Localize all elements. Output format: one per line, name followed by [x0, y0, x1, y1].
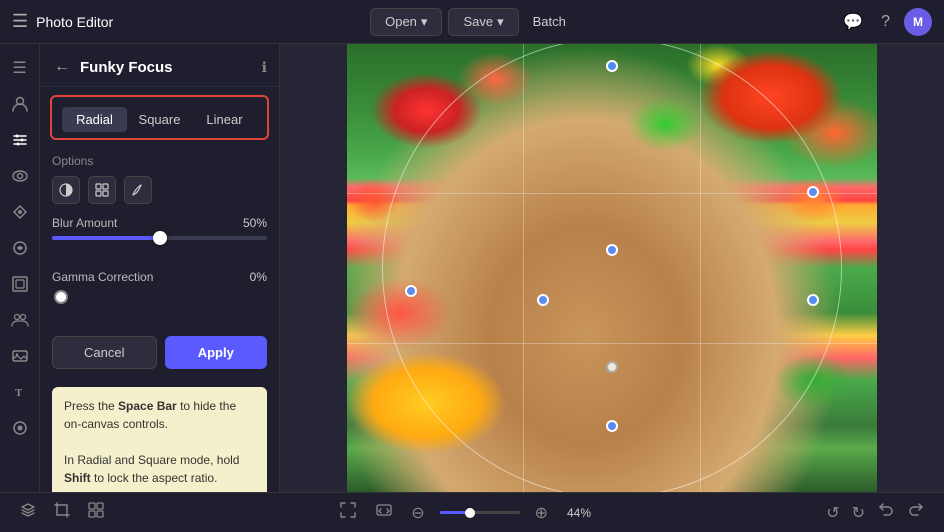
ctrl-point-mid-right[interactable] [807, 294, 819, 306]
rotate-cw-icon[interactable]: ↻ [849, 500, 868, 526]
cancel-button[interactable]: Cancel [52, 336, 157, 369]
save-chevron-icon: ▾ [497, 14, 504, 30]
topbar-left: ☰ Photo Editor [12, 11, 242, 32]
blur-amount-slider[interactable] [52, 236, 267, 240]
sidebar-item-view[interactable] [4, 160, 36, 192]
feather-option-button[interactable] [124, 176, 152, 204]
tooltip-line1: Press the Space Bar to hide the on-canva… [64, 399, 236, 431]
effects-panel: ← Funky Focus ℹ Radial Square Linear Opt… [40, 44, 280, 492]
ctrl-point-left[interactable] [405, 285, 417, 297]
ctrl-point-bottom[interactable] [606, 420, 618, 432]
app-title: Photo Editor [36, 14, 113, 30]
bottom-bar: ⊖ ⊕ 44% ↺ ↻ [0, 492, 944, 532]
topbar-center: Open ▾ Save ▾ Batch [242, 8, 702, 36]
sidebar-item-people[interactable] [4, 304, 36, 336]
canvas-area [280, 44, 944, 492]
zoom-slider[interactable] [440, 511, 520, 514]
redo-icon[interactable] [904, 498, 928, 527]
info-button[interactable]: ℹ [262, 59, 267, 76]
gamma-label: Gamma Correction [52, 270, 153, 284]
contrast-option-button[interactable] [52, 176, 80, 204]
gamma-slider-thumb[interactable] [54, 290, 68, 304]
space-bar-key: Space Bar [118, 399, 177, 413]
photo-image [347, 44, 877, 492]
tab-linear[interactable]: Linear [192, 107, 257, 132]
panel-header: ← Funky Focus ℹ [40, 44, 279, 87]
sidebar-item-gallery[interactable] [4, 340, 36, 372]
tooltip-box: Press the Space Bar to hide the on-canva… [52, 387, 267, 492]
rotate-ccw-icon[interactable]: ↺ [823, 500, 842, 526]
mode-tabs: Radial Square Linear [50, 95, 269, 140]
back-button[interactable]: ← [52, 56, 72, 78]
help-icon[interactable]: ? [877, 9, 894, 35]
avatar[interactable]: M [904, 8, 932, 36]
blur-amount-value: 50% [243, 216, 267, 230]
fit-screen-icon[interactable] [372, 498, 396, 527]
panel-title: Funky Focus [80, 59, 254, 76]
sidebar-item-text[interactable]: T [4, 376, 36, 408]
grid-option-button[interactable] [88, 176, 116, 204]
photo-container [347, 44, 877, 492]
ctrl-point-mid-left[interactable] [537, 294, 549, 306]
topbar: ☰ Photo Editor Open ▾ Save ▾ Batch 💬 ? M [0, 0, 944, 44]
zoom-level: 44% [563, 506, 595, 520]
expand-icon[interactable] [336, 498, 360, 527]
bottom-center: ⊖ ⊕ 44% [336, 498, 595, 527]
svg-text:T: T [15, 387, 23, 399]
layers-icon[interactable] [16, 498, 40, 527]
menu-icon[interactable]: ☰ [12, 11, 28, 32]
icon-sidebar: ☰ [0, 44, 40, 492]
apply-button[interactable]: Apply [165, 336, 268, 369]
save-button[interactable]: Save ▾ [448, 8, 518, 36]
gamma-correction-section: Gamma Correction 0% [40, 262, 279, 326]
ctrl-point-center[interactable] [606, 361, 618, 373]
options-label: Options [40, 148, 279, 172]
sidebar-item-mask[interactable] [4, 412, 36, 444]
options-row [40, 172, 279, 208]
main: ☰ [0, 44, 944, 492]
sidebar-item-adjustments[interactable] [4, 124, 36, 156]
shift-key: Shift [64, 471, 91, 485]
blur-amount-section: Blur Amount 50% [40, 208, 279, 262]
crop-icon[interactable] [50, 498, 74, 527]
grid-view-icon[interactable] [84, 498, 108, 527]
sidebar-item-retouch[interactable] [4, 196, 36, 228]
batch-button[interactable]: Batch [525, 9, 574, 34]
chat-icon[interactable]: 💬 [839, 8, 867, 36]
tab-radial[interactable]: Radial [62, 107, 127, 132]
ctrl-point-center-top[interactable] [606, 244, 618, 256]
sidebar-item-profile[interactable] [4, 88, 36, 120]
undo-icon[interactable] [874, 498, 898, 527]
bottom-right: ↺ ↻ [823, 498, 928, 527]
sidebar-item-menu[interactable]: ☰ [4, 52, 36, 84]
sidebar-item-effects[interactable] [4, 232, 36, 264]
topbar-right: 💬 ? M [702, 8, 932, 36]
blur-amount-label: Blur Amount [52, 216, 117, 230]
ctrl-point-right[interactable] [807, 186, 819, 198]
ctrl-point-top[interactable] [606, 60, 618, 72]
tab-square[interactable]: Square [127, 107, 192, 132]
bottom-left [16, 498, 108, 527]
action-buttons: Cancel Apply [40, 326, 279, 379]
sidebar-item-frames[interactable] [4, 268, 36, 300]
zoom-in-icon[interactable]: ⊕ [532, 500, 551, 526]
open-chevron-icon: ▾ [421, 14, 428, 30]
tooltip-line2: In Radial and Square mode, hold Shift to… [64, 453, 239, 485]
gamma-value: 0% [250, 270, 267, 284]
zoom-out-icon[interactable]: ⊖ [408, 500, 427, 526]
open-button[interactable]: Open ▾ [370, 8, 442, 36]
